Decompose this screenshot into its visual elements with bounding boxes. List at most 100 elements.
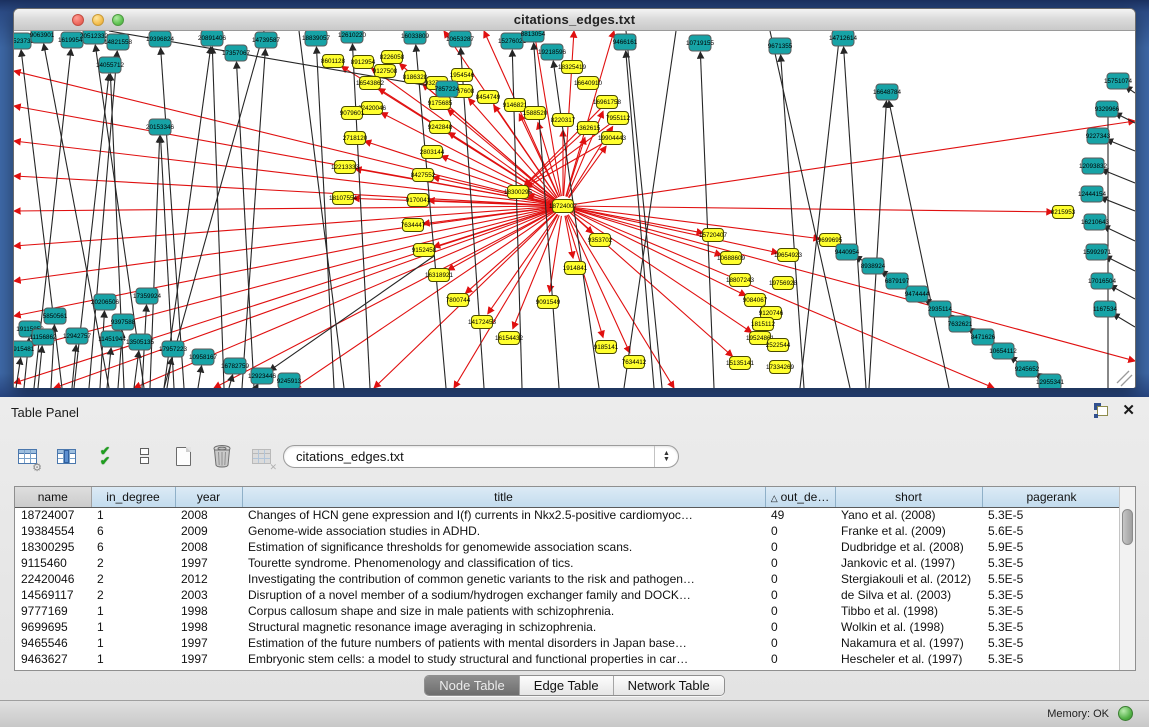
graph-node[interactable]: 18300295 [504, 186, 533, 199]
graph-node[interactable]: 16154432 [495, 332, 524, 345]
graph-node[interactable]: 15135141 [726, 357, 755, 370]
graph-node[interactable]: 9245652 [1015, 361, 1040, 377]
graph-node[interactable]: 17957223 [159, 341, 188, 357]
graph-node[interactable]: 18107554 [329, 192, 358, 205]
table-row[interactable]: 977716911998Corpus callosum shape and si… [15, 603, 1121, 619]
graph-node[interactable]: 5850561 [43, 308, 68, 324]
graph-node[interactable]: 9440954 [835, 244, 860, 260]
graph-node[interactable]: 16318921 [425, 269, 454, 282]
graph-node[interactable]: 15992971 [1083, 244, 1112, 260]
column-header-pagerank[interactable]: pagerank [982, 487, 1121, 507]
graph-node[interactable]: 2803144 [420, 146, 445, 159]
graph-node[interactable]: 12955341 [1036, 374, 1065, 388]
graph-node[interactable]: 12093832 [1079, 158, 1108, 174]
graph-node[interactable]: 8226058 [380, 51, 405, 64]
graph-node[interactable]: 9245913 [277, 373, 302, 388]
graph-node[interactable]: 14739587 [252, 32, 281, 48]
graph-node[interactable]: 11451944 [98, 331, 126, 347]
graph-node[interactable]: 9175685 [428, 97, 453, 110]
table-column-icon[interactable] [53, 442, 79, 470]
graph-node[interactable]: 10653287 [446, 31, 475, 47]
graph-node[interactable]: 7634412 [622, 356, 647, 369]
graph-node[interactable]: 9474444 [905, 286, 930, 302]
graph-node[interactable]: 17016504 [1088, 273, 1117, 289]
graph-node[interactable]: 20891406 [198, 31, 227, 46]
table-row[interactable]: 969969511998Structural magnetic resonanc… [15, 619, 1121, 635]
tab-network-table[interactable]: Network Table [614, 676, 724, 695]
graph-node[interactable]: 9152458 [412, 244, 437, 257]
column-header-out_de[interactable]: △out_de… [765, 487, 835, 507]
graph-node[interactable]: 12610220 [338, 31, 367, 43]
table-row[interactable]: 1456911722003Disruption of a novel membe… [15, 587, 1121, 603]
graph-node[interactable]: 12213333 [331, 161, 360, 174]
table-row[interactable]: 911546021997Tourette syndrome. Phenomeno… [15, 555, 1121, 571]
table-row[interactable]: 1872400712008Changes of HCN gene express… [15, 507, 1121, 523]
graph-node[interactable]: 16543862 [356, 77, 385, 90]
row-height-icon[interactable] [131, 442, 157, 470]
graph-node[interactable]: 9242848 [428, 121, 453, 134]
graph-node[interactable]: 16210643 [1081, 214, 1110, 230]
tab-node-table[interactable]: Node Table [425, 676, 520, 695]
scrollbar-thumb[interactable] [1122, 509, 1133, 545]
graph-node[interactable]: 9353702 [588, 234, 613, 247]
graph-node[interactable]: 10654112 [989, 343, 1017, 359]
graph-node[interactable]: 9063901 [30, 31, 55, 43]
graph-node[interactable]: 16033809 [401, 31, 430, 44]
graph-node[interactable]: 1362615 [576, 122, 601, 135]
graph-node[interactable]: 8938924 [861, 258, 886, 274]
network-canvas[interactable]: 1872400786011288912954822605891275081654… [14, 31, 1135, 388]
graph-node[interactable]: 19654923 [774, 249, 803, 262]
graph-node[interactable]: 8427552 [411, 169, 436, 182]
new-document-icon[interactable] [170, 442, 196, 470]
graph-node[interactable]: 8813054 [521, 31, 546, 42]
graph-node[interactable]: 1588520 [523, 107, 548, 120]
graph-node[interactable]: 9084067 [743, 294, 768, 307]
table-settings-icon[interactable]: ⚙ [14, 442, 40, 470]
graph-node[interactable]: 20153346 [146, 119, 175, 135]
graph-node[interactable]: 9185141 [594, 341, 619, 354]
memory-status-indicator[interactable] [1118, 706, 1133, 721]
graph-node[interactable]: 8601128 [321, 55, 346, 68]
graph-node[interactable]: 6879197 [885, 273, 910, 289]
table-row[interactable]: 946362711997Embryonic stem cells: a mode… [15, 651, 1121, 667]
graph-node[interactable]: 1167534 [1093, 301, 1118, 317]
zoom-window-button[interactable] [112, 14, 124, 26]
graph-node[interactable]: 7632621 [948, 316, 973, 332]
graph-node[interactable]: 19218596 [538, 44, 567, 60]
table-row[interactable]: 1938455462009Genome-wide association stu… [15, 523, 1121, 539]
graph-node[interactable]: 8912954 [351, 56, 376, 69]
graph-node[interactable]: 8220317 [551, 114, 576, 127]
citation-network-graph[interactable]: 1872400786011288912954822605891275081654… [14, 31, 1135, 388]
graph-node[interactable]: 9671355 [768, 38, 793, 54]
graph-node[interactable]: 9397588 [111, 314, 136, 330]
table-row[interactable]: 2242004622012Investigating the contribut… [15, 571, 1121, 587]
column-header-year[interactable]: year [175, 487, 242, 507]
graph-node[interactable]: 16648784 [873, 84, 902, 100]
graph-node[interactable]: 8454749 [476, 91, 501, 104]
network-window-titlebar[interactable]: citations_edges.txt [14, 9, 1135, 31]
tab-edge-table[interactable]: Edge Table [520, 676, 614, 695]
graph-node[interactable]: 9466161 [613, 34, 638, 50]
graph-node[interactable]: 10719155 [686, 35, 715, 51]
column-header-short[interactable]: short [835, 487, 982, 507]
graph-node[interactable]: 17357067 [222, 45, 251, 61]
graph-node[interactable]: 18325419 [558, 61, 587, 74]
graph-node[interactable]: 10958167 [189, 349, 218, 365]
graph-node[interactable]: 9170041 [406, 194, 431, 207]
trash-icon[interactable] [209, 442, 235, 470]
table-scrollbar[interactable] [1119, 487, 1135, 670]
graph-node[interactable]: 18839057 [302, 31, 331, 46]
graph-node[interactable]: 18724007 [549, 200, 578, 213]
graph-node[interactable]: 15751074 [1104, 73, 1133, 89]
graph-node[interactable]: 7955112 [606, 112, 631, 125]
graph-node[interactable]: 9091549 [536, 296, 561, 309]
graph-node[interactable]: 17359924 [133, 288, 162, 304]
table-row[interactable]: 1830029562008Estimation of significance … [15, 539, 1121, 555]
graph-node[interactable]: 12942757 [63, 328, 92, 344]
column-header-in_degree[interactable]: in_degree [91, 487, 175, 507]
graph-node[interactable]: 9227343 [1086, 128, 1111, 144]
graph-node[interactable]: 1954546 [450, 69, 475, 82]
graph-node[interactable]: 19756928 [769, 277, 798, 290]
graph-node[interactable]: 14821558 [104, 34, 133, 50]
graph-node[interactable]: 12923446 [248, 368, 277, 384]
